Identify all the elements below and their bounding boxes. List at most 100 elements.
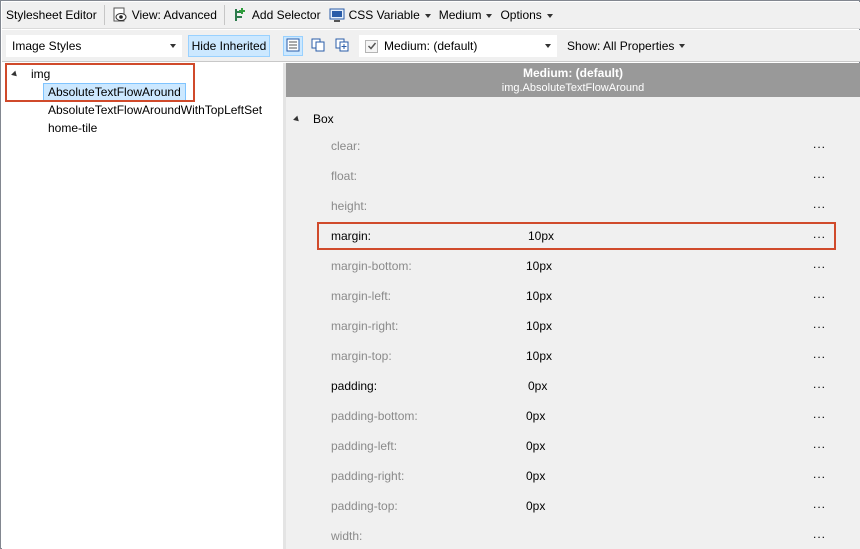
add-copy-button[interactable]: [332, 36, 352, 56]
chevron-down-icon: [486, 13, 493, 18]
property-name: height:: [331, 199, 368, 213]
add-copy-icon: [335, 38, 349, 55]
property-name: padding-left:: [331, 439, 398, 453]
property-value[interactable]: 10px: [526, 349, 552, 363]
grid-header-subtitle: img.AbsoluteTextFlowAround: [501, 82, 645, 94]
show-properties-label: Show: All Properties: [567, 39, 675, 53]
property-ellipsis-button[interactable]: ...: [813, 437, 826, 451]
css-variable-menu[interactable]: CSS Variable: [325, 2, 435, 29]
property-name: padding:: [331, 379, 378, 393]
property-row-padding-bottom[interactable]: padding-bottom: 0px...: [286, 401, 860, 431]
eye-icon: [112, 7, 128, 23]
property-ellipsis-button[interactable]: ...: [813, 167, 826, 181]
property-name: margin-top:: [331, 349, 392, 363]
copy-button[interactable]: [308, 36, 328, 56]
copy-icon: [311, 38, 325, 55]
editor-title: Stylesheet Editor: [2, 2, 101, 29]
property-row-height[interactable]: height:...: [286, 191, 860, 221]
list-view-icon: [286, 38, 300, 55]
property-grid: Medium: (default) img.AbsoluteTextFlowAr…: [286, 63, 860, 549]
grid-header-title: Medium: (default): [523, 66, 623, 80]
stylesheet-editor-window: Stylesheet Editor View: Advanced Add Sel…: [0, 0, 860, 549]
property-row-padding-top[interactable]: padding-top: 0px...: [286, 491, 860, 521]
property-ellipsis-button[interactable]: ...: [813, 527, 826, 541]
medium-select-value: Medium: (default): [384, 39, 478, 53]
tree-node[interactable]: AbsoluteTextFlowAroundWithTopLeftSet: [48, 101, 262, 119]
property-ellipsis-button[interactable]: ...: [813, 137, 826, 151]
main-toolbar: Stylesheet Editor View: Advanced Add Sel…: [2, 2, 860, 29]
property-name: margin-bottom:: [331, 259, 412, 273]
property-row-margin-bottom[interactable]: margin-bottom: 10px...: [286, 251, 860, 281]
property-row-width[interactable]: width:...: [286, 521, 860, 549]
chevron-down-icon: [545, 44, 551, 48]
medium-select[interactable]: Medium: (default): [359, 35, 557, 57]
property-ellipsis-button[interactable]: ...: [813, 497, 826, 511]
property-name: margin-right:: [331, 319, 399, 333]
property-row-margin-right[interactable]: margin-right: 10px...: [286, 311, 860, 341]
property-ellipsis-button[interactable]: ...: [813, 377, 826, 391]
property-row-margin-left[interactable]: margin-left: 10px...: [286, 281, 860, 311]
property-name: float:: [331, 169, 358, 183]
css-variable-icon: [329, 7, 345, 23]
property-name: width:: [331, 529, 363, 543]
hide-inherited-label: Hide Inherited: [191, 39, 267, 53]
property-ellipsis-button[interactable]: ...: [813, 347, 826, 361]
tree-node-label: home-tile: [48, 121, 98, 135]
toolbar-separator: [103, 5, 105, 25]
selector-tree: img AbsoluteTextFlowAround AbsoluteTextF…: [2, 63, 283, 549]
show-properties-menu[interactable]: Show: All Properties: [561, 35, 691, 57]
view-menu-button[interactable]: View: Advanced: [108, 2, 221, 29]
property-ellipsis-button[interactable]: ...: [813, 407, 826, 421]
property-name: padding-right:: [331, 469, 405, 483]
category-expander-icon[interactable]: [293, 115, 301, 123]
medium-menu-label: Medium: [438, 8, 482, 22]
property-value[interactable]: 10px: [526, 319, 552, 333]
add-selector-label: Add Selector: [251, 8, 321, 22]
property-name: clear:: [331, 139, 361, 153]
css-variable-label: CSS Variable: [348, 8, 420, 22]
property-value[interactable]: 0px: [526, 439, 545, 453]
medium-menu[interactable]: Medium: [435, 2, 497, 29]
property-name: padding-bottom:: [331, 409, 418, 423]
add-selector-icon: [232, 7, 248, 23]
view-mode-button[interactable]: [283, 36, 303, 56]
options-menu[interactable]: Options: [496, 2, 556, 29]
property-value[interactable]: 0px: [526, 499, 545, 513]
styles-select[interactable]: Image Styles: [6, 35, 182, 57]
property-ellipsis-button[interactable]: ...: [813, 257, 826, 271]
tree-node[interactable]: home-tile: [48, 119, 97, 137]
category-box[interactable]: Box: [293, 112, 334, 126]
chevron-down-icon: [679, 44, 685, 48]
chevron-down-icon: [170, 44, 176, 48]
add-selector-button[interactable]: Add Selector: [228, 2, 325, 29]
property-value[interactable]: 10px: [526, 259, 552, 273]
hide-inherited-button[interactable]: Hide Inherited: [188, 35, 270, 57]
grid-header: Medium: (default) img.AbsoluteTextFlowAr…: [286, 63, 860, 97]
property-ellipsis-button[interactable]: ...: [813, 197, 826, 211]
view-menu-label: View: Advanced: [131, 8, 217, 22]
chevron-down-icon: [546, 13, 553, 18]
property-row-margin-top[interactable]: margin-top: 10px...: [286, 341, 860, 371]
property-row-padding-left[interactable]: padding-left: 0px...: [286, 431, 860, 461]
toolbar-separator: [223, 5, 225, 25]
chevron-down-icon: [424, 13, 431, 18]
property-ellipsis-button[interactable]: ...: [813, 287, 826, 301]
property-value[interactable]: 0px: [526, 469, 545, 483]
property-name: margin-left:: [331, 289, 392, 303]
property-row-padding-right[interactable]: padding-right: 0px...: [286, 461, 860, 491]
property-value[interactable]: 0px: [528, 379, 547, 393]
property-row-clear[interactable]: clear:...: [286, 131, 860, 161]
editor-title-label: Stylesheet Editor: [6, 8, 97, 22]
styles-select-value: Image Styles: [12, 39, 82, 53]
property-row-padding[interactable]: padding: 0px...: [286, 371, 860, 401]
property-row-float[interactable]: float:...: [286, 161, 860, 191]
property-name: padding-top:: [331, 499, 398, 513]
property-ellipsis-button[interactable]: ...: [813, 317, 826, 331]
category-label: Box: [313, 112, 334, 126]
medium-checkbox[interactable]: [365, 39, 378, 53]
property-value[interactable]: 10px: [526, 289, 552, 303]
property-value[interactable]: 0px: [526, 409, 545, 423]
tree-node-label: AbsoluteTextFlowAroundWithTopLeftSet: [48, 103, 263, 117]
options-menu-label: Options: [500, 8, 542, 22]
property-ellipsis-button[interactable]: ...: [813, 467, 826, 481]
